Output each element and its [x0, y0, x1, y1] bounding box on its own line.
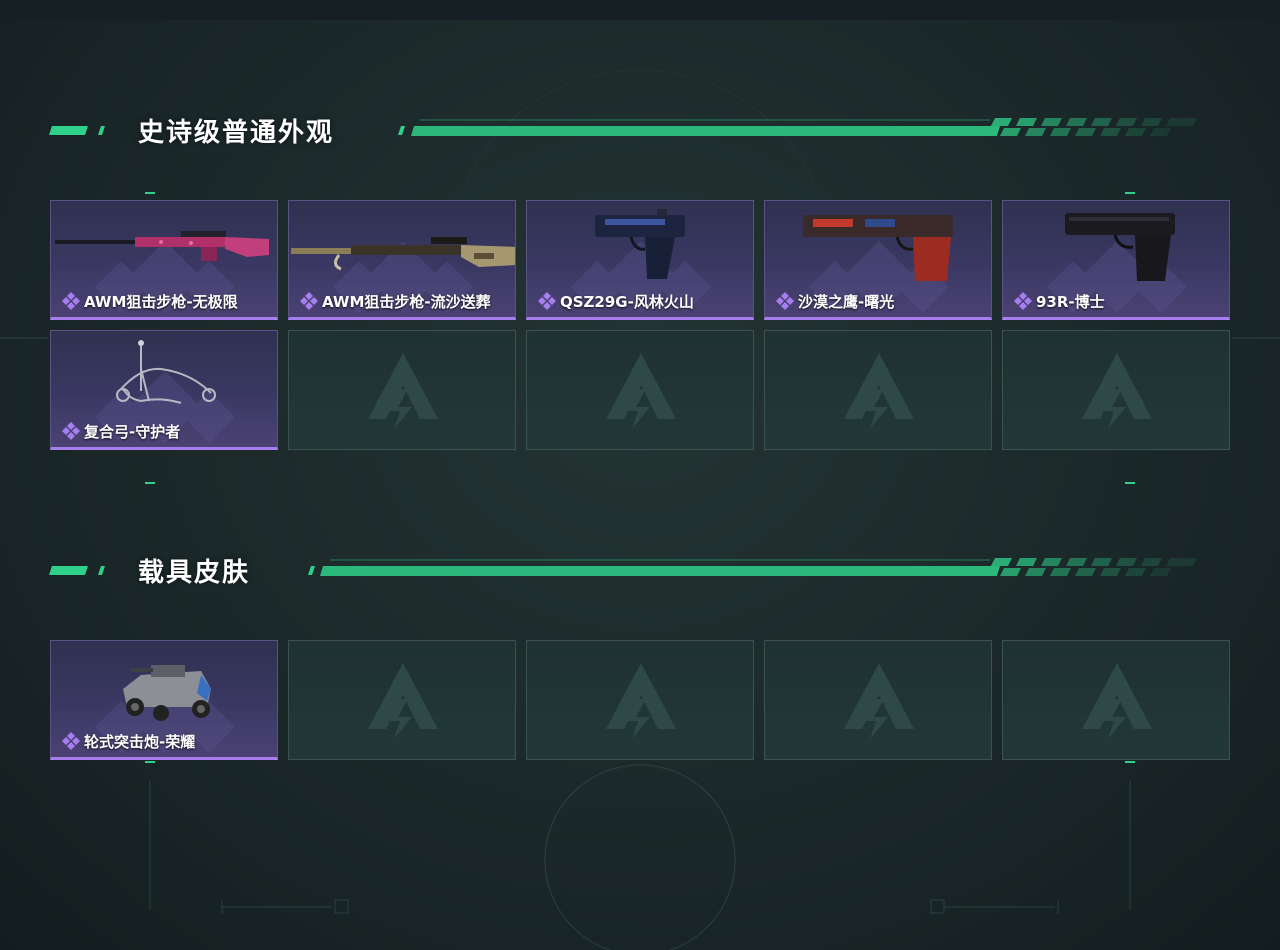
corner-tick: [145, 192, 155, 194]
skin-card[interactable]: 93R-博士: [1002, 200, 1230, 320]
section-header-epic-skins: 史诗级普通外观: [0, 108, 1280, 148]
section-title: 史诗级普通外观: [138, 118, 335, 148]
skin-name: AWM狙击步枪-无极限: [84, 292, 238, 311]
game-logo-placeholder-icon: [368, 663, 438, 739]
skin-label-row: 复合弓-守护者: [61, 421, 180, 441]
empty-slot: [1002, 330, 1230, 450]
game-logo-placeholder-icon: [606, 353, 676, 429]
empty-slot: [526, 330, 754, 450]
skin-label-row: AWM狙击步枪-无极限: [61, 291, 238, 311]
epic-skins-grid: AWM狙击步枪-无极限 AWM狙击步枪-流沙送葬 QSZ29G-风林火山 沙漠之…: [50, 200, 1230, 450]
skin-name: 轮式突击炮-荣耀: [84, 732, 196, 751]
skin-name: QSZ29G-风林火山: [560, 292, 694, 311]
rarity-diamond-icon: [776, 292, 794, 310]
section-header-vehicle-skins: 载具皮肤: [0, 548, 1280, 588]
skin-card[interactable]: AWM狙击步枪-流沙送葬: [288, 200, 516, 320]
game-logo-placeholder-icon: [844, 353, 914, 429]
empty-slot: [288, 640, 516, 760]
empty-slot: [1002, 640, 1230, 760]
game-logo-placeholder-icon: [844, 663, 914, 739]
section-title: 载具皮肤: [138, 558, 251, 588]
skin-card[interactable]: 复合弓-守护者: [50, 330, 278, 450]
pistol-icon: [803, 215, 953, 281]
pistol-icon: [595, 209, 685, 279]
skin-name: 沙漠之鹰-曙光: [798, 292, 895, 311]
game-logo-placeholder-icon: [1082, 663, 1152, 739]
skin-name: AWM狙击步枪-流沙送葬: [322, 292, 491, 311]
empty-slot: [526, 640, 754, 760]
empty-slot: [764, 330, 992, 450]
skin-label-row: 93R-博士: [1013, 291, 1105, 311]
rarity-diamond-icon: [538, 292, 556, 310]
top-bar: [0, 0, 1280, 20]
rarity-diamond-icon: [1014, 292, 1032, 310]
skin-label-row: 沙漠之鹰-曙光: [775, 291, 894, 311]
corner-tick: [1125, 482, 1135, 484]
skin-card[interactable]: AWM狙击步枪-无极限: [50, 200, 278, 320]
empty-slot: [288, 330, 516, 450]
pistol-icon: [1065, 213, 1175, 281]
skin-card[interactable]: 沙漠之鹰-曙光: [764, 200, 992, 320]
armored-vehicle-icon: [123, 665, 211, 721]
rarity-diamond-icon: [300, 292, 318, 310]
skin-label-row: 轮式突击炮-荣耀: [61, 731, 195, 751]
game-logo-placeholder-icon: [368, 353, 438, 429]
skin-name: 93R-博士: [1036, 292, 1105, 311]
corner-tick: [145, 482, 155, 484]
rarity-diamond-icon: [62, 732, 80, 750]
game-logo-placeholder-icon: [606, 663, 676, 739]
sniper-rifle-icon: [291, 237, 515, 271]
rarity-diamond-icon: [62, 422, 80, 440]
vehicle-skins-grid: 轮式突击炮-荣耀: [50, 640, 1230, 760]
corner-tick: [145, 761, 155, 763]
skin-label-row: AWM狙击步枪-流沙送葬: [299, 291, 491, 311]
corner-tick: [1125, 761, 1135, 763]
skin-name: 复合弓-守护者: [84, 422, 181, 441]
skin-card[interactable]: QSZ29G-风林火山: [526, 200, 754, 320]
game-logo-placeholder-icon: [1082, 353, 1152, 429]
skin-label-row: QSZ29G-风林火山: [537, 291, 694, 311]
corner-tick: [1125, 192, 1135, 194]
empty-slot: [764, 640, 992, 760]
rarity-diamond-icon: [62, 292, 80, 310]
skin-card[interactable]: 轮式突击炮-荣耀: [50, 640, 278, 760]
sniper-rifle-icon: [55, 231, 269, 261]
compound-bow-icon: [116, 340, 216, 404]
